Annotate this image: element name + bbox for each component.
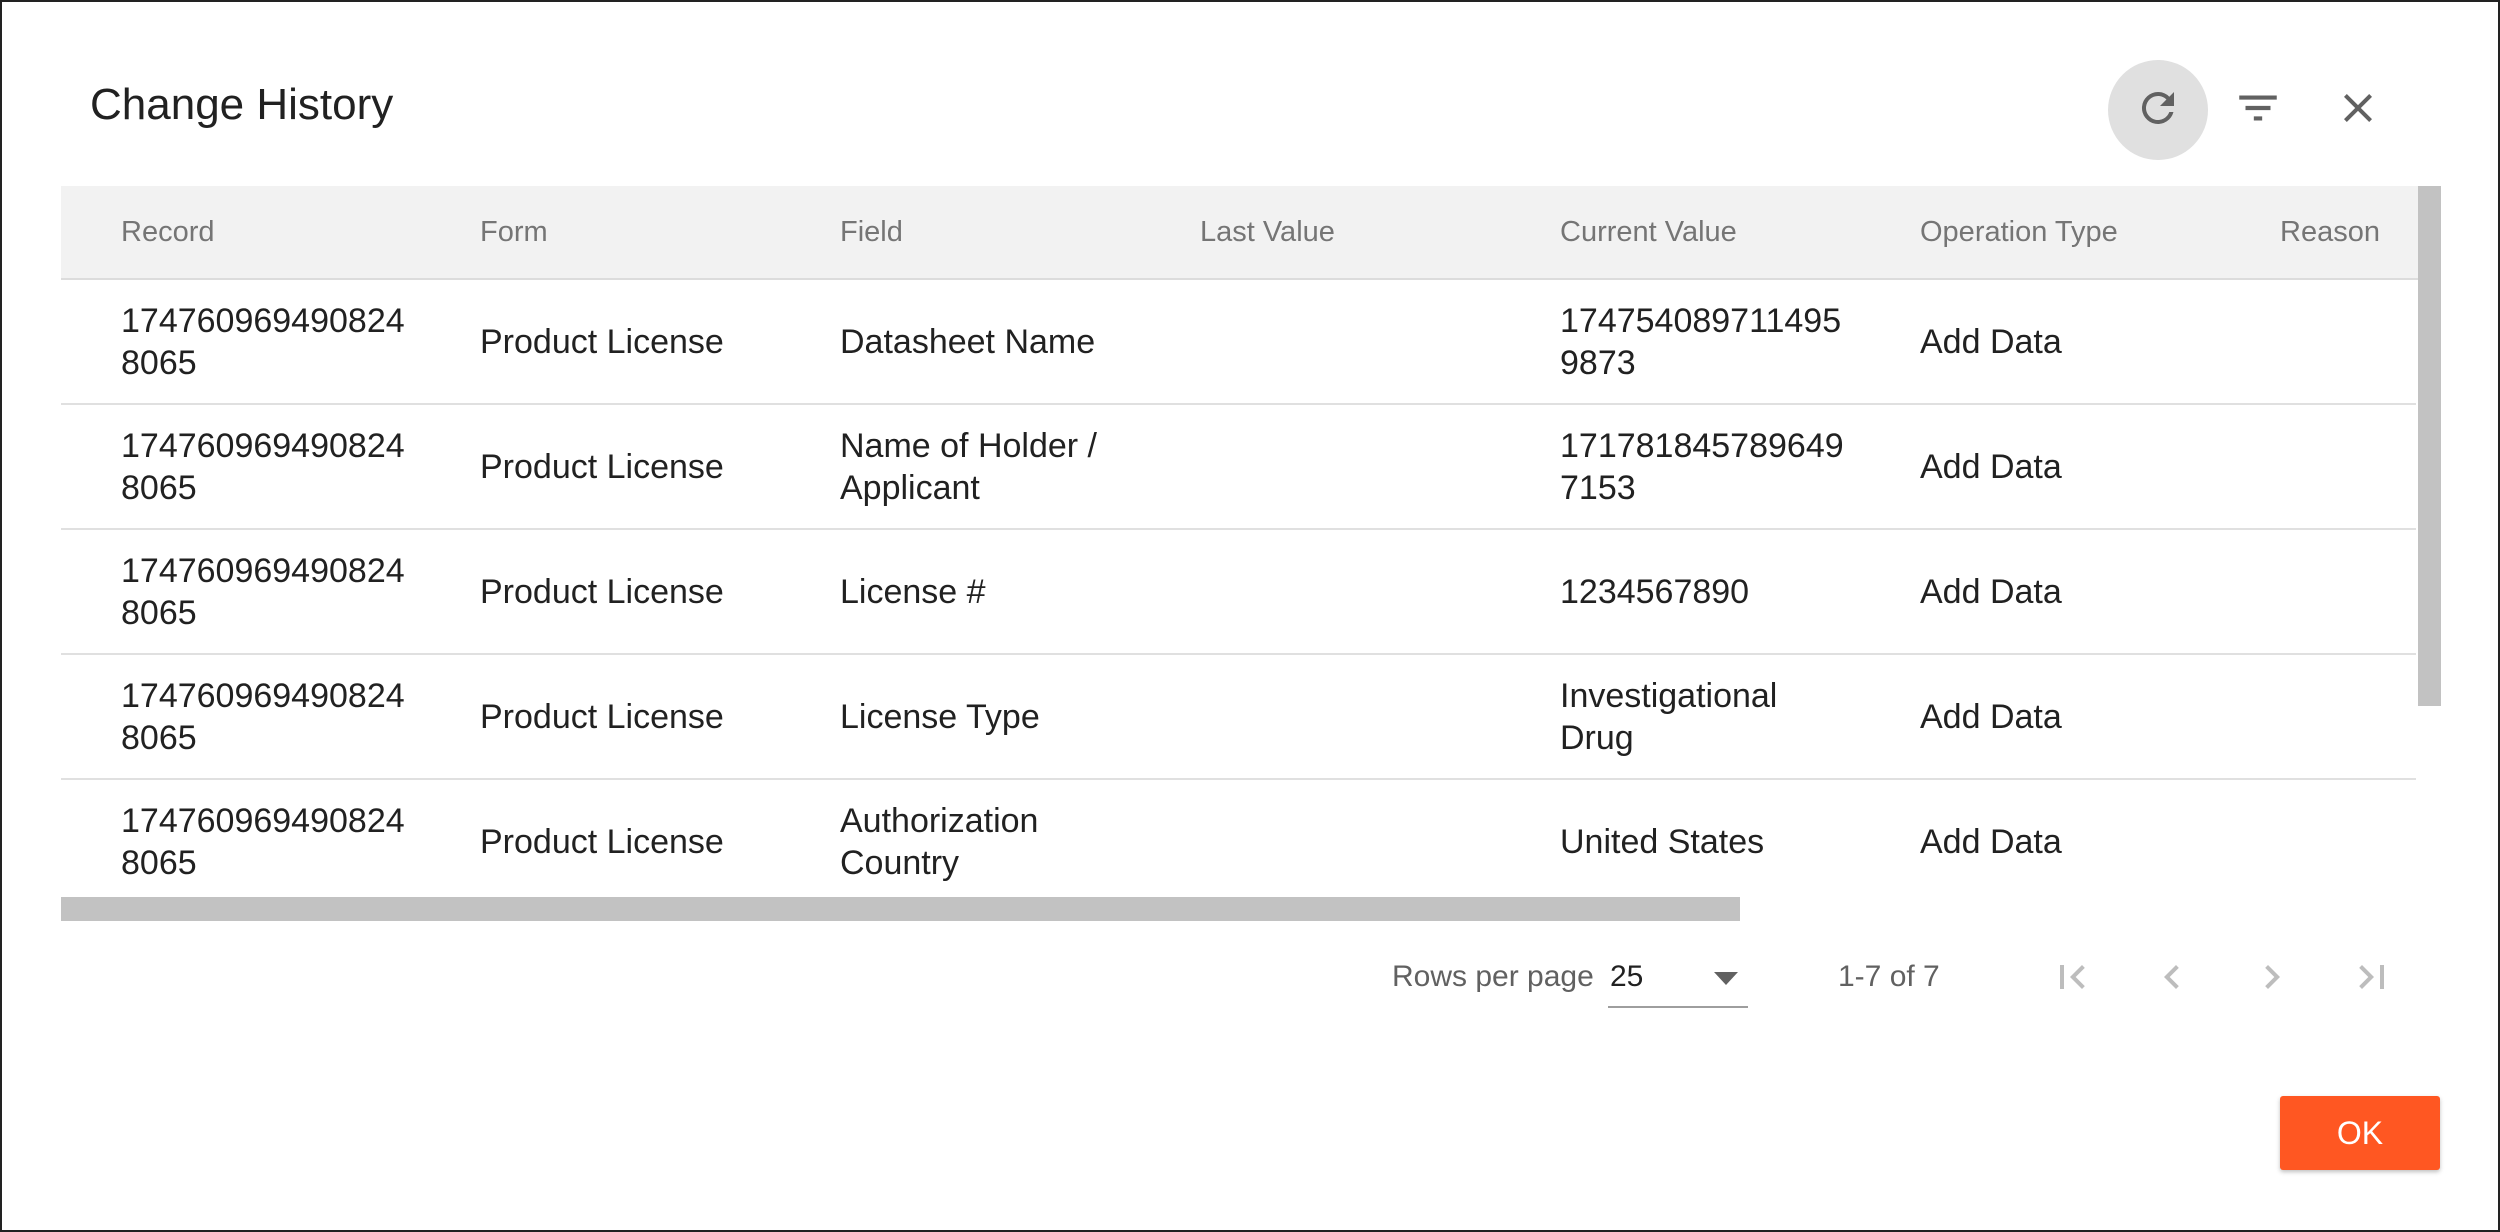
column-header-record[interactable]: Record bbox=[121, 186, 215, 278]
cell-form: Product License bbox=[480, 572, 724, 611]
cell-reason bbox=[2280, 780, 2410, 892]
cell-operation-type: Add Data bbox=[1920, 697, 2062, 736]
first-page-button[interactable] bbox=[2042, 949, 2102, 1009]
horizontal-scrollbar[interactable] bbox=[61, 897, 1740, 921]
cell-operation-type: Add Data bbox=[1920, 447, 2062, 486]
filter-button[interactable] bbox=[2208, 60, 2308, 160]
cell-form: Product License bbox=[480, 322, 724, 361]
table-row[interactable]: 1747609694908248065 Product License Data… bbox=[61, 280, 2416, 405]
table-header: Record Form Field Last Value Current Val… bbox=[61, 186, 2441, 280]
table-row[interactable]: 1747609694908248065 Product License Lice… bbox=[61, 655, 2416, 780]
cell-reason bbox=[2280, 280, 2410, 403]
cell-field: Authorization Country bbox=[840, 801, 1039, 882]
cell-form: Product License bbox=[480, 697, 724, 736]
change-history-dialog: Change History Record Form Field Last Va… bbox=[0, 0, 2500, 1232]
first-page-icon bbox=[2048, 953, 2096, 1006]
cell-reason bbox=[2280, 405, 2410, 528]
cell-current-value: Investigational Drug bbox=[1560, 676, 1778, 757]
column-header-reason[interactable]: Reason bbox=[2280, 186, 2380, 278]
cell-current-value: 1234567890 bbox=[1560, 572, 1750, 611]
dropdown-arrow-icon bbox=[1714, 972, 1738, 985]
rows-per-page-value: 25 bbox=[1610, 960, 1644, 993]
cell-last-value bbox=[1200, 780, 1530, 892]
next-page-button[interactable] bbox=[2242, 949, 2302, 1009]
close-button[interactable] bbox=[2308, 60, 2408, 160]
table-row[interactable]: 1747609694908248065 Product License Name… bbox=[61, 405, 2416, 530]
last-page-icon bbox=[2348, 953, 2396, 1006]
cell-field: License # bbox=[840, 572, 986, 611]
cell-last-value bbox=[1200, 280, 1530, 403]
column-header-operation-type[interactable]: Operation Type bbox=[1920, 186, 2118, 278]
cell-operation-type: Add Data bbox=[1920, 322, 2062, 361]
ok-button[interactable]: OK bbox=[2280, 1096, 2440, 1170]
cell-record: 1747609694908248065 bbox=[121, 676, 405, 757]
rows-per-page-select[interactable]: 25 bbox=[1608, 952, 1748, 1008]
cell-current-value: United States bbox=[1560, 822, 1765, 861]
chevron-left-icon bbox=[2148, 953, 2196, 1006]
change-history-table: Record Form Field Last Value Current Val… bbox=[61, 186, 2441, 892]
filter-icon bbox=[2233, 83, 2283, 138]
cell-last-value bbox=[1200, 655, 1530, 778]
cell-field: License Type bbox=[840, 697, 1040, 736]
pagination-range: 1-7 of 7 bbox=[1838, 960, 1940, 993]
cell-record: 1747609694908248065 bbox=[121, 426, 405, 507]
cell-current-value: 1747540897114959873 bbox=[1560, 301, 1842, 382]
previous-page-button[interactable] bbox=[2142, 949, 2202, 1009]
cell-operation-type: Add Data bbox=[1920, 572, 2062, 611]
chevron-right-icon bbox=[2248, 953, 2296, 1006]
cell-field: Datasheet Name bbox=[840, 322, 1096, 361]
column-header-last-value[interactable]: Last Value bbox=[1200, 186, 1335, 278]
cell-last-value bbox=[1200, 530, 1530, 653]
cell-operation-type: Add Data bbox=[1920, 822, 2062, 861]
table-row[interactable]: 1747609694908248065 Product License Auth… bbox=[61, 780, 2416, 892]
cell-form: Product License bbox=[480, 447, 724, 486]
cell-field: Name of Holder / Applicant bbox=[840, 426, 1097, 507]
column-header-form[interactable]: Form bbox=[480, 186, 548, 278]
cell-reason bbox=[2280, 530, 2410, 653]
cell-form: Product License bbox=[480, 822, 724, 861]
last-page-button[interactable] bbox=[2342, 949, 2402, 1009]
cell-record: 1747609694908248065 bbox=[121, 551, 405, 632]
column-header-current-value[interactable]: Current Value bbox=[1560, 186, 1737, 278]
cell-current-value: 1717818457896497153 bbox=[1560, 426, 1844, 507]
cell-record: 1747609694908248065 bbox=[121, 301, 405, 382]
cell-reason bbox=[2280, 655, 2410, 778]
vertical-scrollbar[interactable] bbox=[2418, 186, 2441, 706]
table-row[interactable]: 1747609694908248065 Product License Lice… bbox=[61, 530, 2416, 655]
refresh-button[interactable] bbox=[2108, 60, 2208, 160]
refresh-icon bbox=[2134, 84, 2182, 137]
dialog-title: Change History bbox=[90, 80, 394, 129]
rows-per-page-label: Rows per page bbox=[1392, 960, 1594, 993]
close-icon bbox=[2334, 84, 2382, 137]
cell-last-value bbox=[1200, 405, 1530, 528]
column-header-field[interactable]: Field bbox=[840, 186, 903, 278]
cell-record: 1747609694908248065 bbox=[121, 801, 405, 882]
